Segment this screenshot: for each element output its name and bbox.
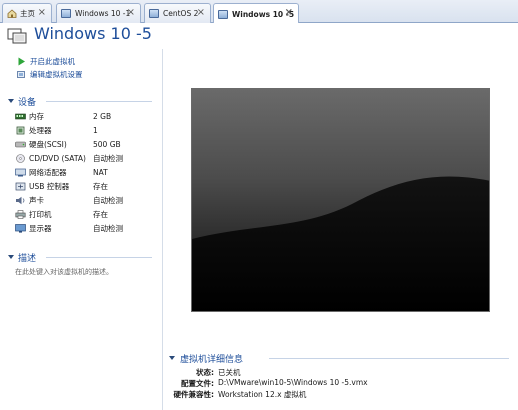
section-title: 描述 [18,253,37,264]
device-row-processor[interactable]: 处理器 1 [15,123,160,137]
edit-vm-settings-link[interactable]: 编辑虚拟机设置 [17,68,83,80]
device-value: 1 [93,125,98,135]
device-name: 显示器 [29,223,52,233]
close-icon[interactable]: × [285,7,293,19]
close-icon[interactable]: × [38,7,46,19]
vm-details-section-header[interactable]: 虚拟机详细信息 [169,352,509,365]
device-name: 处理器 [29,125,52,135]
detail-key: 状态: [196,368,214,377]
device-value: 2 GB [93,111,112,121]
device-row-printer[interactable]: 打印机 存在 [15,207,160,221]
device-row-usb-controller[interactable]: USB 控制器 存在 [15,179,160,193]
section-title: 设备 [18,97,37,108]
detail-value: D:\VMware\win10-5\Windows 10 -5.vmx [218,378,368,387]
tab-label: Windows 10 -1 [75,9,131,18]
tab-windows-10-5[interactable]: Windows 10 -5 × [213,3,299,24]
page-title: Windows 10 -5 [34,24,152,43]
action-label: 开启此虚拟机 [30,56,75,66]
tab-label: 主页 [20,9,35,18]
device-row-sound-card[interactable]: 声卡 自动检测 [15,193,160,207]
detail-key: 配置文件: [181,379,214,388]
section-divider [46,257,152,258]
usb-icon [15,182,26,191]
device-name: 网络适配器 [29,167,67,177]
device-value: 500 GB [93,139,121,149]
collapse-triangle-icon[interactable] [8,255,14,259]
devices-section-header[interactable]: 设备 [8,95,158,108]
device-name: 声卡 [29,195,44,205]
device-row-display[interactable]: 显示器 自动检测 [15,221,160,235]
device-name: 硬盘(SCSI) [29,139,67,149]
play-icon [18,57,25,65]
memory-icon [15,112,26,121]
device-row-network-adapter[interactable]: 网络适配器 NAT [15,165,160,179]
detail-key: 硬件兼容性: [173,390,215,399]
hard-disk-icon [15,140,26,149]
printer-icon [15,209,26,219]
vm-icon [218,9,228,19]
left-panel: 开启此虚拟机 编辑虚拟机设置 设备 内存 2 GB 处理器 1 硬盘(SCSI)… [0,49,163,410]
device-value: 存在 [93,209,108,219]
network-adapter-icon [15,168,26,177]
section-title: 虚拟机详细信息 [180,354,244,365]
device-row-cd-dvd[interactable]: CD/DVD (SATA) 自动检测 [15,151,160,165]
tab-home[interactable]: 主页 × [2,3,52,23]
tab-centos-2[interactable]: CentOS 2 × [144,3,211,23]
device-name: CD/DVD (SATA) [29,153,86,163]
close-icon[interactable]: × [197,7,205,19]
collapse-triangle-icon[interactable] [169,356,175,360]
device-value: 自动检测 [93,223,123,233]
device-row-memory[interactable]: 内存 2 GB [15,109,160,123]
tab-label: CentOS 2 [163,9,199,18]
detail-row-config-file: 配置文件: D:\VMware\win10-5\Windows 10 -5.vm… [160,378,368,389]
device-value: 自动检测 [93,153,123,163]
description-text[interactable]: 在此处键入对该虚拟机的描述。 [15,267,113,277]
device-name: 打印机 [29,209,52,219]
device-name: USB 控制器 [29,181,70,191]
display-icon [15,223,26,233]
vm-header: Windows 10 -5 [0,23,518,49]
device-value: 存在 [93,181,108,191]
device-value: NAT [93,167,108,177]
device-value: 自动检测 [93,195,123,205]
description-section-header[interactable]: 描述 [8,251,158,264]
vm-screen-preview[interactable] [191,88,490,312]
detail-row-status: 状态: 已关机 [160,367,241,378]
cd-dvd-icon [15,153,26,163]
section-divider [46,101,152,102]
vm-icon [149,9,159,18]
vm-icon [61,9,71,18]
tab-bar: 主页 × Windows 10 -1 × CentOS 2 × Windows … [0,0,518,24]
detail-value: 已关机 [218,368,241,377]
close-icon[interactable]: × [127,7,135,19]
home-icon [7,9,17,18]
action-label: 编辑虚拟机设置 [30,69,83,79]
collapse-triangle-icon[interactable] [8,99,14,103]
power-on-vm-link[interactable]: 开启此虚拟机 [17,55,75,67]
detail-row-hardware-compatibility: 硬件兼容性: Workstation 12.x 虚拟机 [160,389,307,400]
vm-icon [7,28,27,44]
screen-wave-graphic [192,176,489,311]
device-row-hard-disk[interactable]: 硬盘(SCSI) 500 GB [15,137,160,151]
edit-settings-icon [17,70,25,78]
section-divider [269,358,509,359]
device-name: 内存 [29,111,44,121]
sound-card-icon [15,196,26,205]
detail-value: Workstation 12.x 虚拟机 [218,390,307,399]
cpu-icon [15,126,26,135]
tab-windows-10-1[interactable]: Windows 10 -1 × [56,3,141,23]
